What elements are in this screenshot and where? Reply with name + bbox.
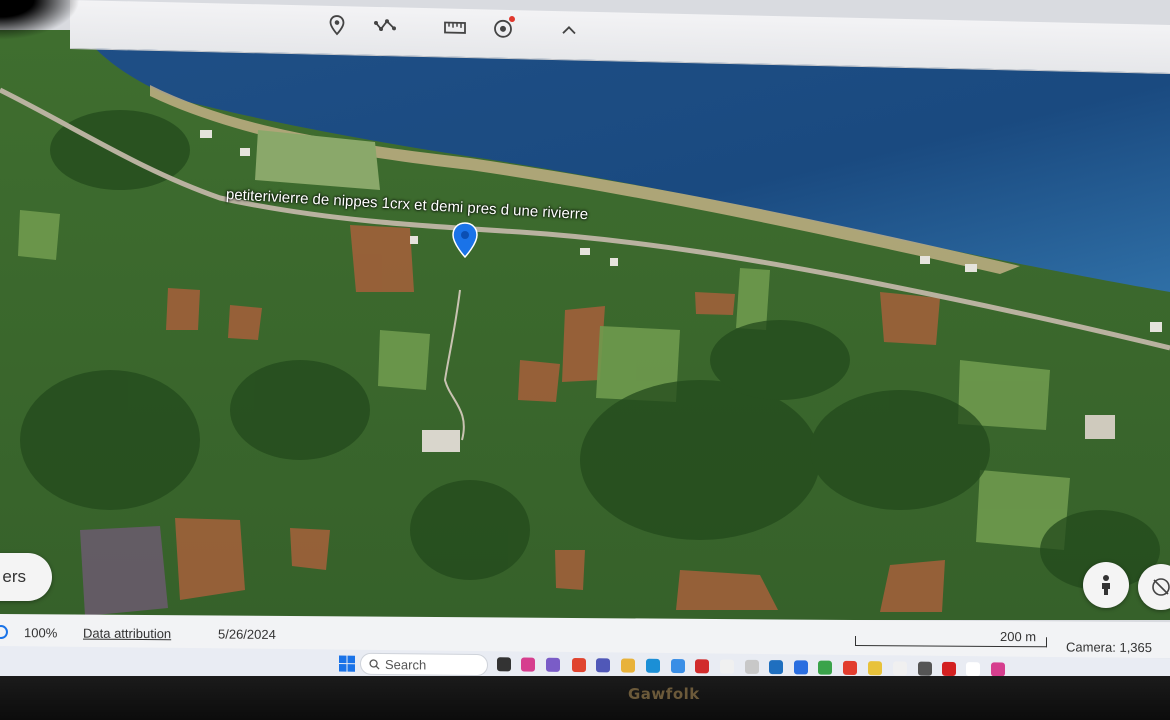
search-icon (369, 658, 380, 670)
pegman-icon (1102, 575, 1110, 595)
compass-app-icon[interactable] (572, 657, 586, 673)
taskbar-search[interactable]: Search (360, 652, 488, 677)
camera-altitude: Camera: 1,365 (1066, 639, 1152, 656)
outlook-icon[interactable] (671, 659, 685, 674)
zoom-percent: 100% (24, 625, 58, 641)
map-pin-icon (329, 15, 345, 36)
loading-icon (0, 624, 8, 640)
path-icon (374, 19, 396, 32)
layers-button-label: ers (2, 567, 26, 586)
compass-icon (1152, 578, 1170, 596)
calculator-icon[interactable] (918, 661, 932, 676)
amazon-icon[interactable] (720, 659, 734, 674)
monitor-brand-logo: Gawfolk (628, 685, 700, 703)
record-tour-button[interactable] (488, 13, 518, 44)
task-view-icon[interactable] (497, 657, 511, 672)
chevron-up-icon (562, 26, 576, 35)
layers-button[interactable]: ers (0, 553, 52, 601)
clipboard-icon[interactable] (745, 659, 759, 674)
file-explorer-icon[interactable] (621, 658, 635, 673)
map-pin-icon[interactable] (451, 222, 479, 258)
windows-start-icon[interactable] (338, 655, 356, 673)
netflix-icon[interactable] (942, 661, 956, 677)
skype-icon[interactable] (769, 660, 783, 675)
imagery-date: 5/26/2024 (218, 626, 276, 642)
instagram-icon[interactable] (521, 657, 535, 672)
sticky-notes-icon[interactable] (868, 661, 882, 676)
chrome-icon[interactable] (966, 662, 980, 677)
amazon-prime-icon[interactable] (893, 661, 907, 676)
collapse-toolbar-button[interactable] (554, 15, 584, 46)
add-path-button[interactable] (370, 11, 400, 42)
measure-button[interactable] (440, 12, 470, 43)
street-view-button[interactable] (1083, 562, 1129, 608)
photo-corner-shadow (0, 0, 80, 40)
ruler-icon (444, 21, 466, 34)
monitor-bezel: Gawfolk (0, 676, 1170, 720)
data-attribution-link[interactable]: Data attribution (83, 626, 171, 642)
store-icon[interactable] (818, 660, 832, 675)
instagram-icon[interactable] (991, 662, 1005, 677)
office-icon[interactable] (843, 660, 857, 675)
teams-icon[interactable] (596, 658, 610, 673)
pinterest-icon[interactable] (695, 659, 709, 674)
edge-icon[interactable] (646, 658, 660, 673)
satellite-map[interactable]: petiterivierre de nippes 1crx et demi pr… (0, 30, 1170, 620)
add-placemark-button[interactable] (322, 10, 352, 41)
scale-label: 200 m (1000, 628, 1037, 645)
search-placeholder: Search (385, 656, 427, 672)
dell-icon[interactable] (794, 660, 808, 675)
screen: petiterivierre de nippes 1crx et demi pr… (0, 0, 1170, 690)
recording-indicator (509, 15, 515, 23)
satellite-imagery (0, 30, 1170, 620)
copilot-icon[interactable] (546, 657, 560, 672)
